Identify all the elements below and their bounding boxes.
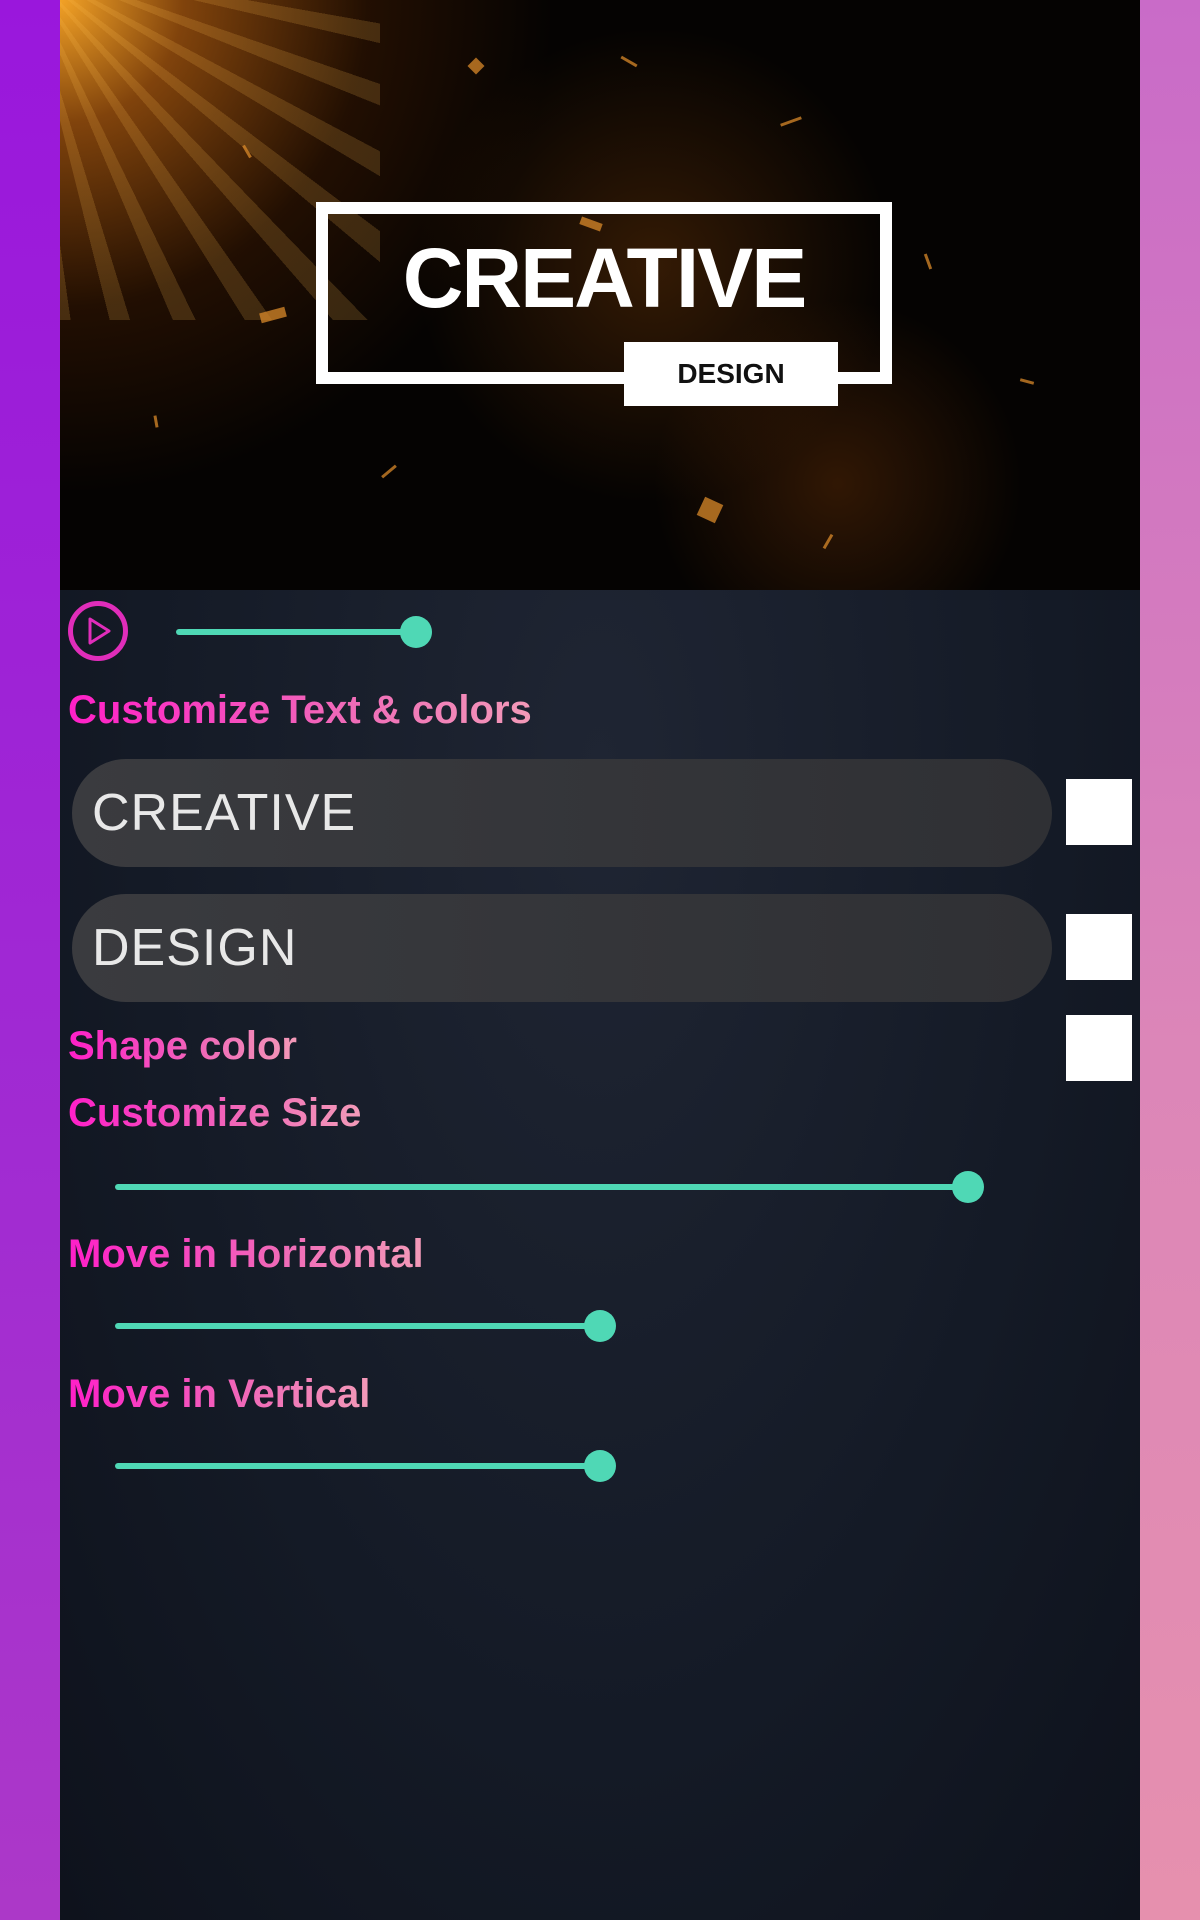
size-slider-track[interactable] — [115, 1184, 968, 1190]
playback-thumb[interactable] — [400, 616, 432, 648]
right-gradient-border — [1140, 0, 1200, 1920]
move-horizontal-label: Move in Horizontal — [68, 1232, 424, 1276]
customize-size-label: Customize Size — [68, 1091, 362, 1135]
preview-subtitle-box: DESIGN — [624, 342, 838, 406]
preview-title: CREATIVE — [402, 231, 807, 325]
editor-panel: CREATIVE DESIGN Customize Text & colors … — [60, 0, 1140, 1920]
vertical-slider-thumb[interactable] — [584, 1450, 616, 1482]
title-color-swatch[interactable] — [1066, 779, 1132, 845]
video-preview[interactable]: CREATIVE DESIGN — [60, 0, 1140, 590]
title-text-field[interactable]: CREATIVE — [72, 759, 1052, 867]
play-icon — [88, 617, 111, 645]
preview-subtitle: DESIGN — [677, 358, 785, 389]
size-slider-thumb[interactable] — [952, 1171, 984, 1203]
playback-track[interactable] — [176, 629, 416, 635]
shape-color-label: Shape color — [68, 1024, 297, 1068]
vertical-slider-track[interactable] — [115, 1463, 600, 1469]
customize-text-label: Customize Text & colors — [68, 688, 532, 732]
play-button[interactable] — [68, 601, 128, 661]
shape-color-swatch[interactable] — [1066, 1015, 1132, 1081]
left-gradient-border — [0, 0, 60, 1920]
horizontal-slider-thumb[interactable] — [584, 1310, 616, 1342]
move-vertical-label: Move in Vertical — [68, 1372, 371, 1416]
subtitle-color-swatch[interactable] — [1066, 914, 1132, 980]
subtitle-text-field[interactable]: DESIGN — [72, 894, 1052, 1002]
horizontal-slider-track[interactable] — [115, 1323, 600, 1329]
